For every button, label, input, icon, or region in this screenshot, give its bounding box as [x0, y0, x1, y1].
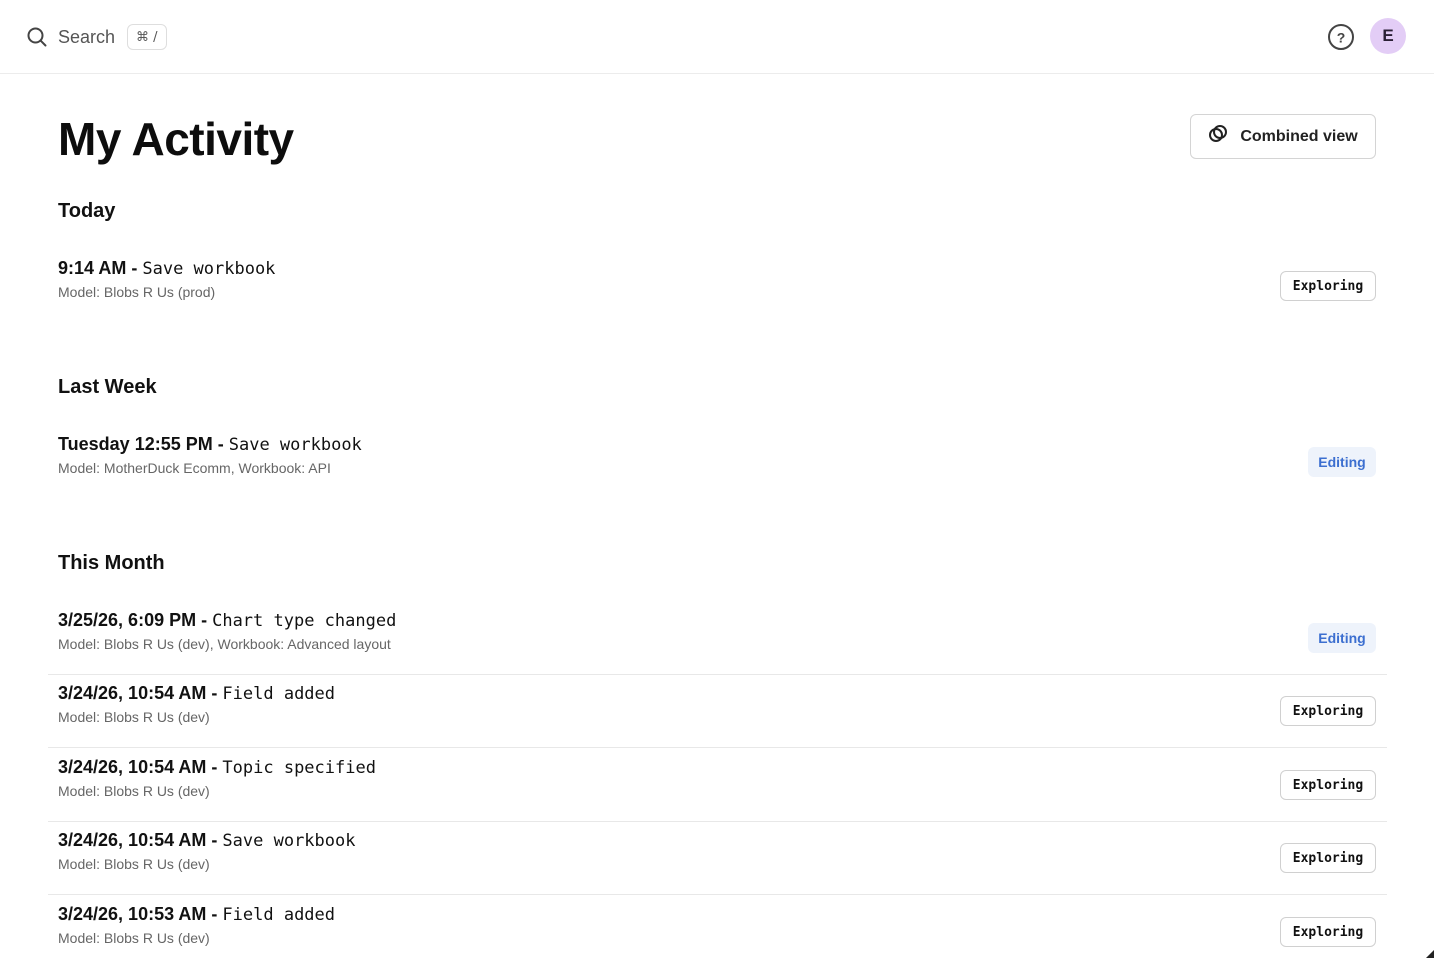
mode-badge[interactable]: Exploring — [1280, 770, 1376, 800]
activity-detail: Model: Blobs R Us (dev) — [58, 783, 210, 799]
activity-headline: Tuesday 12:55 PM - Save workbook — [58, 434, 362, 455]
activity-action: Field added — [222, 905, 336, 925]
activity-time: 9:14 AM — [58, 258, 127, 278]
activity-action: Field added — [222, 684, 336, 704]
link-icon — [1208, 124, 1240, 149]
activity-time: 3/24/26, 10:54 AM — [58, 683, 207, 703]
mode-badge[interactable]: Editing — [1308, 623, 1376, 653]
search-placeholder: Search — [58, 26, 116, 47]
top-bar: Search ⌘ / ? E — [0, 0, 1434, 74]
activity-detail: Model: Blobs R Us (dev) — [58, 709, 210, 725]
activity-row[interactable]: 3/24/26, 10:54 AM - Topic specified Mode… — [48, 749, 1387, 822]
activity-row[interactable]: 3/24/26, 10:53 AM - Field added Model: B… — [48, 896, 1387, 958]
activity-row[interactable]: 3/24/26, 10:54 AM - Save workbook Model:… — [48, 822, 1387, 895]
activity-headline: 9:14 AM - Save workbook — [58, 258, 275, 279]
activity-detail: Model: Blobs R Us (prod) — [58, 284, 216, 300]
activity-headline: 3/24/26, 10:54 AM - Topic specified — [58, 757, 376, 778]
activity-headline: 3/24/26, 10:54 AM - Field added — [58, 683, 335, 704]
mode-badge[interactable]: Editing — [1308, 447, 1376, 477]
help-icon[interactable]: ? — [1326, 22, 1356, 52]
activity-action: Save workbook — [222, 831, 356, 851]
separator: - — [212, 434, 229, 454]
activity-headline: 3/24/26, 10:53 AM - Field added — [58, 904, 335, 925]
activity-row[interactable]: 3/25/26, 6:09 PM - Chart type changed Mo… — [48, 602, 1387, 675]
activity-detail: Model: MotherDuck Ecomm, Workbook: API — [58, 460, 331, 476]
separator: - — [126, 258, 143, 278]
activity-row[interactable]: 9:14 AM - Save workbook Model: Blobs R U… — [48, 250, 1387, 323]
mode-badge[interactable]: Exploring — [1280, 843, 1376, 873]
separator: - — [206, 683, 223, 703]
activity-time: 3/24/26, 10:54 AM — [58, 757, 207, 777]
activity-headline: 3/24/26, 10:54 AM - Save workbook — [58, 830, 355, 851]
activity-time: 3/24/26, 10:54 AM — [58, 830, 207, 850]
separator: - — [196, 610, 213, 630]
separator: - — [206, 757, 223, 777]
search-icon — [26, 26, 48, 48]
activity-time: 3/24/26, 10:53 AM — [58, 904, 207, 924]
section-title-last-week: Last Week — [58, 376, 157, 398]
combined-view-label: Combined view — [1240, 127, 1358, 145]
activity-row[interactable]: 3/24/26, 10:54 AM - Field added Model: B… — [48, 675, 1387, 748]
activity-time: 3/25/26, 6:09 PM — [58, 610, 197, 630]
separator: - — [206, 830, 223, 850]
search-bar[interactable]: Search ⌘ / — [26, 22, 167, 52]
mode-badge[interactable]: Exploring — [1280, 696, 1376, 726]
activity-headline: 3/25/26, 6:09 PM - Chart type changed — [58, 610, 396, 631]
activity-action: Save workbook — [142, 259, 276, 279]
separator: - — [206, 904, 223, 924]
page-title: My Activity — [58, 113, 294, 165]
activity-detail: Model: Blobs R Us (dev) — [58, 930, 210, 946]
activity-action: Chart type changed — [212, 611, 397, 631]
combined-view-button[interactable]: Combined view — [1190, 114, 1376, 159]
activity-action: Save workbook — [228, 435, 362, 455]
activity-action: Topic specified — [222, 758, 376, 778]
activity-detail: Model: Blobs R Us (dev), Workbook: Advan… — [58, 636, 391, 652]
activity-detail: Model: Blobs R Us (dev) — [58, 856, 210, 872]
activity-row[interactable]: Tuesday 12:55 PM - Save workbook Model: … — [48, 426, 1387, 499]
mode-badge[interactable]: Exploring — [1280, 271, 1376, 301]
section-title-today: Today — [58, 200, 116, 222]
resize-handle[interactable] — [1426, 950, 1434, 958]
activity-time: Tuesday 12:55 PM — [58, 434, 213, 454]
search-shortcut-hint: ⌘ / — [127, 24, 167, 50]
mode-badge[interactable]: Exploring — [1280, 917, 1376, 947]
svg-text:?: ? — [1337, 30, 1346, 46]
user-avatar[interactable]: E — [1370, 18, 1406, 54]
section-title-this-month: This Month — [58, 552, 165, 574]
